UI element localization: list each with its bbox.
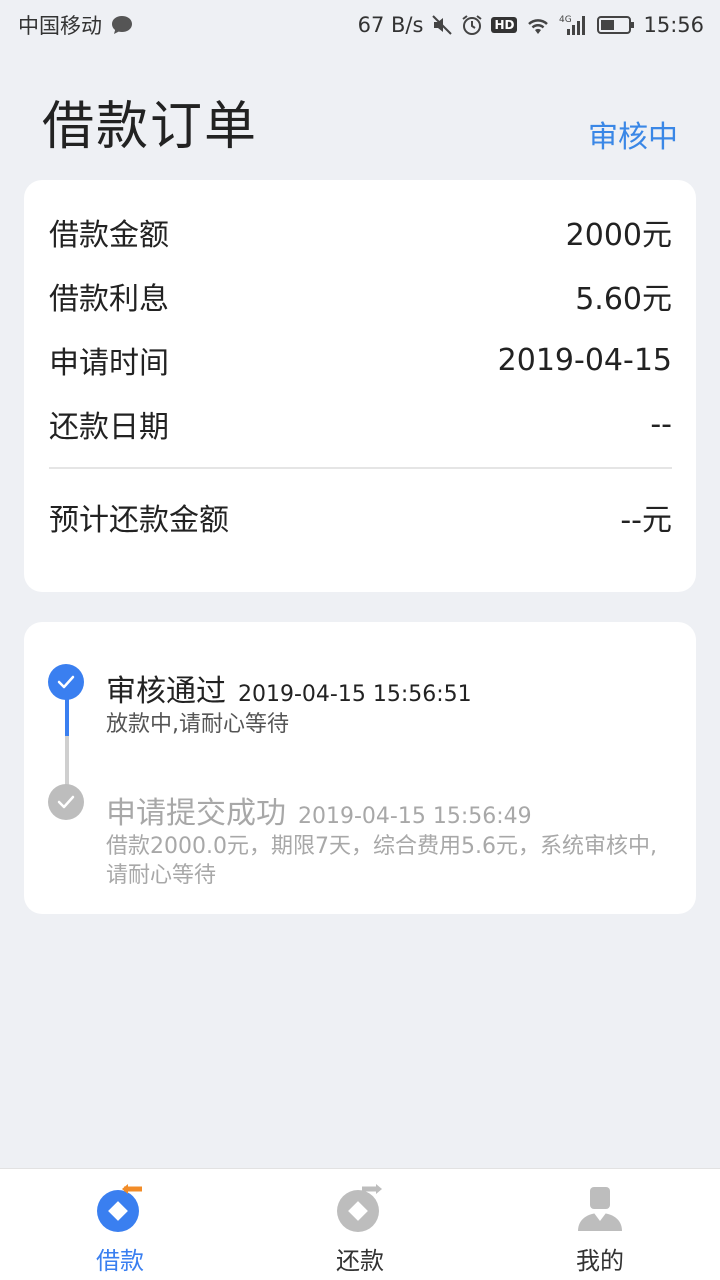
timeline-desc: 借款2000.0元，期限7天，综合费用5.6元，系统审核中,请耐心等待 <box>106 834 657 888</box>
hd-badge: HD <box>491 17 518 33</box>
detail-value: 2019-04-15 <box>497 342 672 378</box>
detail-row-repay-date: 还款日期 -- <box>49 392 672 456</box>
check-circle-icon <box>48 664 84 700</box>
battery-icon <box>597 15 635 35</box>
detail-label: 申请时间 <box>49 346 169 381</box>
nav-label: 借款 <box>96 1247 144 1275</box>
status-bar: 中国移动 67 B/s HD 4G 15:56 <box>0 0 720 50</box>
mute-icon <box>431 14 453 36</box>
timeline-title: 审核通过 <box>106 674 226 709</box>
timeline-time: 2019-04-15 15:56:49 <box>298 804 532 829</box>
signal-icon: 4G <box>559 13 589 37</box>
detail-value: 5.60元 <box>575 282 672 317</box>
timeline-title-row: 申请提交成功 2019-04-15 15:56:49 <box>106 788 532 832</box>
order-status-badge: 审核中 <box>588 120 678 155</box>
progress-timeline-card: 审核通过 2019-04-15 15:56:51 放款中,请耐心等待 申请提交成… <box>24 622 696 914</box>
timeline-time: 2019-04-15 15:56:51 <box>238 682 472 707</box>
borrow-icon <box>94 1183 146 1237</box>
wifi-icon <box>525 14 551 36</box>
nav-label: 我的 <box>576 1247 624 1275</box>
divider <box>49 467 672 469</box>
check-circle-icon <box>48 784 84 820</box>
carrier-name: 中国移动 <box>18 14 102 38</box>
detail-label: 预计还款金额 <box>49 503 229 538</box>
bottom-nav: 借款 还款 我的 <box>0 1168 720 1280</box>
timeline-title-row: 审核通过 2019-04-15 15:56:51 <box>106 666 472 710</box>
detail-label: 借款利息 <box>49 282 169 317</box>
detail-label: 还款日期 <box>49 410 169 445</box>
detail-row-apply-time: 申请时间 2019-04-15 <box>49 328 672 392</box>
page-title: 借款订单 <box>42 97 259 157</box>
timeline-title: 申请提交成功 <box>106 796 286 831</box>
clock: 15:56 <box>643 13 704 37</box>
detail-value: -- <box>650 406 672 442</box>
nav-label: 还款 <box>336 1247 384 1275</box>
detail-label: 借款金额 <box>49 218 169 253</box>
nav-item-mine[interactable]: 我的 <box>480 1169 720 1280</box>
nav-item-borrow[interactable]: 借款 <box>0 1169 240 1280</box>
detail-value: 2000元 <box>565 218 672 253</box>
loan-detail-card: 借款金额 2000元 借款利息 5.60元 申请时间 2019-04-15 还款… <box>24 180 696 592</box>
repay-icon <box>334 1183 386 1237</box>
alarm-icon <box>461 14 483 36</box>
user-icon <box>574 1183 626 1237</box>
timeline-line-inactive <box>65 736 69 790</box>
timeline-line-active <box>65 694 69 736</box>
detail-value: --元 <box>620 503 672 538</box>
detail-row-estimate: 预计还款金额 --元 <box>49 481 672 553</box>
detail-row-interest: 借款利息 5.60元 <box>49 264 672 328</box>
message-icon <box>110 14 134 36</box>
detail-row-amount: 借款金额 2000元 <box>49 200 672 264</box>
timeline-desc: 放款中,请耐心等待 <box>106 712 289 737</box>
network-type: 4G <box>559 15 572 25</box>
nav-item-repay[interactable]: 还款 <box>240 1169 480 1280</box>
network-speed: 67 B/s <box>357 13 424 37</box>
